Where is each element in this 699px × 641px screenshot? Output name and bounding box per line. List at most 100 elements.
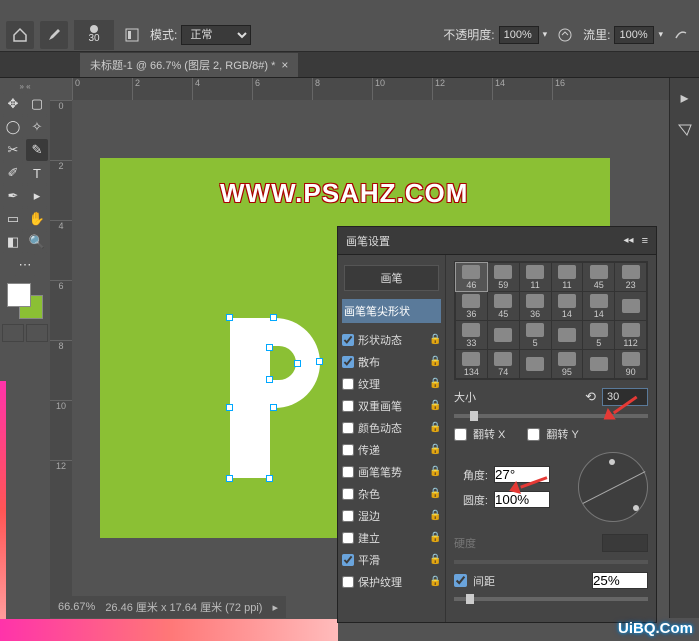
anchor-point[interactable] (270, 314, 277, 321)
zoom-value[interactable]: 66.67% (58, 601, 95, 613)
brush-preset-cell[interactable]: 14 (583, 292, 614, 320)
gradient-tool-icon[interactable]: ◧ (2, 231, 24, 253)
airbrush-icon[interactable] (669, 23, 693, 47)
brush-preset-cell[interactable]: 59 (488, 263, 519, 291)
brush-preset-cell[interactable]: 5 (583, 321, 614, 349)
brush-preset-cell[interactable] (615, 292, 646, 320)
brush-settings-panel[interactable]: 画笔设置 ◂◂ ≡ 画笔 画笔笔尖形状 形状动态 🔒 散布 🔒 纹理 🔒 双重画… (337, 226, 657, 623)
angle-dial[interactable] (578, 452, 648, 522)
brush-option-item[interactable]: 形状动态 🔒 (338, 329, 445, 351)
spacing-checkbox[interactable] (454, 574, 467, 587)
eyedropper-tool-icon[interactable]: ✐ (2, 162, 24, 184)
shape-tool-icon[interactable]: ▭ (2, 208, 24, 230)
option-checkbox[interactable] (342, 422, 354, 434)
brush-presets-grid[interactable]: 46591111452336453614143355112134749590 (454, 261, 648, 380)
brush-panel-toggle-icon[interactable] (120, 23, 144, 47)
lock-icon[interactable]: 🔒 (429, 444, 441, 456)
lock-icon[interactable]: 🔒 (429, 554, 441, 566)
brush-preset-cell[interactable] (552, 321, 583, 349)
brush-preset-cell[interactable]: 74 (488, 350, 519, 378)
anchor-point[interactable] (226, 314, 233, 321)
anchor-point[interactable] (294, 360, 301, 367)
brush-preset-cell[interactable]: 95 (552, 350, 583, 378)
panel-menu-icon[interactable]: ≡ (642, 235, 648, 247)
opacity-input[interactable] (499, 26, 539, 44)
brush-preset-cell[interactable]: 36 (456, 292, 487, 320)
brush-preset-cell[interactable] (488, 321, 519, 349)
brush-preset-cell[interactable]: 45 (583, 263, 614, 291)
flip-x-checkbox[interactable] (454, 428, 467, 441)
option-checkbox[interactable] (342, 444, 354, 456)
hand-tool-icon[interactable]: ✋ (26, 208, 48, 230)
brush-option-item[interactable]: 画笔笔势 🔒 (338, 461, 445, 483)
option-checkbox[interactable] (342, 334, 354, 346)
brush-preset-cell[interactable]: 23 (615, 263, 646, 291)
edit-toolbar-icon[interactable]: ⋯ (14, 254, 36, 276)
brushes-button[interactable]: 画笔 (344, 265, 439, 291)
panel-header[interactable]: 画笔设置 ◂◂ ≡ (338, 227, 656, 255)
brush-preset-picker[interactable]: 30 (74, 20, 114, 50)
anchor-point[interactable] (270, 404, 277, 411)
expand-panels-icon[interactable]: ▸ (675, 88, 695, 108)
reset-size-icon[interactable]: ⟲ (585, 389, 596, 405)
brush-preset-cell[interactable] (583, 350, 614, 378)
spacing-input[interactable] (592, 572, 648, 589)
option-checkbox[interactable] (342, 554, 354, 566)
lock-icon[interactable]: 🔒 (429, 334, 441, 346)
anchor-point[interactable] (266, 344, 273, 351)
magic-wand-tool-icon[interactable]: ✧ (26, 116, 48, 138)
anchor-point[interactable] (226, 475, 233, 482)
quickmask-icon[interactable] (2, 324, 24, 342)
brush-option-item[interactable]: 传递 🔒 (338, 439, 445, 461)
properties-icon[interactable] (675, 120, 695, 140)
option-checkbox[interactable] (342, 488, 354, 500)
foreground-swatch[interactable] (7, 283, 31, 307)
brush-preset-cell[interactable]: 90 (615, 350, 646, 378)
brush-preset-cell[interactable]: 14 (552, 292, 583, 320)
option-checkbox[interactable] (342, 466, 354, 478)
anchor-point[interactable] (266, 376, 273, 383)
brush-preset-cell[interactable]: 36 (520, 292, 551, 320)
type-tool-icon[interactable]: T (26, 162, 48, 184)
brush-tip-shape-item[interactable]: 画笔笔尖形状 (342, 299, 441, 323)
brush-option-item[interactable]: 建立 🔒 (338, 527, 445, 549)
brush-option-item[interactable]: 颜色动态 🔒 (338, 417, 445, 439)
brush-preset-cell[interactable] (520, 350, 551, 378)
brush-preset-cell[interactable]: 112 (615, 321, 646, 349)
lock-icon[interactable]: 🔒 (429, 532, 441, 544)
brush-tool-icon[interactable]: ✎ (26, 139, 48, 161)
anchor-point[interactable] (266, 475, 273, 482)
option-checkbox[interactable] (342, 532, 354, 544)
panel-expand-icon[interactable]: ◂◂ (624, 235, 634, 247)
option-checkbox[interactable] (342, 576, 354, 588)
anchor-point[interactable] (226, 404, 233, 411)
lock-icon[interactable]: 🔒 (429, 576, 441, 588)
zoom-tool-icon[interactable]: 🔍 (26, 231, 48, 253)
anchor-point[interactable] (316, 358, 323, 365)
screenmode-icon[interactable] (26, 324, 48, 342)
document-tab[interactable]: 未标题-1 @ 66.7% (图层 2, RGB/8#) * × (80, 53, 298, 77)
brush-preset-cell[interactable]: 33 (456, 321, 487, 349)
status-chevron-icon[interactable]: ▸ (272, 601, 278, 614)
brush-preset-cell[interactable]: 45 (488, 292, 519, 320)
pressure-opacity-icon[interactable] (553, 23, 577, 47)
home-icon[interactable] (6, 21, 34, 49)
lasso-tool-icon[interactable]: ◯ (2, 116, 24, 138)
crop-tool-icon[interactable]: ✂ (2, 139, 24, 161)
brush-preset-cell[interactable]: 46 (456, 263, 487, 291)
option-checkbox[interactable] (342, 510, 354, 522)
blend-mode-select[interactable]: 正常 (181, 25, 251, 45)
lock-icon[interactable]: 🔒 (429, 400, 441, 412)
marquee-tool-icon[interactable]: ▢ (26, 93, 48, 115)
lock-icon[interactable]: 🔒 (429, 510, 441, 522)
brush-option-item[interactable]: 保护纹理 🔒 (338, 571, 445, 593)
path-select-tool-icon[interactable]: ▸ (26, 185, 48, 207)
brush-tool-icon[interactable] (40, 21, 68, 49)
brush-option-item[interactable]: 平滑 🔒 (338, 549, 445, 571)
lock-icon[interactable]: 🔒 (429, 466, 441, 478)
lock-icon[interactable]: 🔒 (429, 378, 441, 390)
flow-input[interactable] (614, 26, 654, 44)
brush-preset-cell[interactable]: 134 (456, 350, 487, 378)
move-tool-icon[interactable]: ✥ (2, 93, 24, 115)
brush-option-item[interactable]: 纹理 🔒 (338, 373, 445, 395)
